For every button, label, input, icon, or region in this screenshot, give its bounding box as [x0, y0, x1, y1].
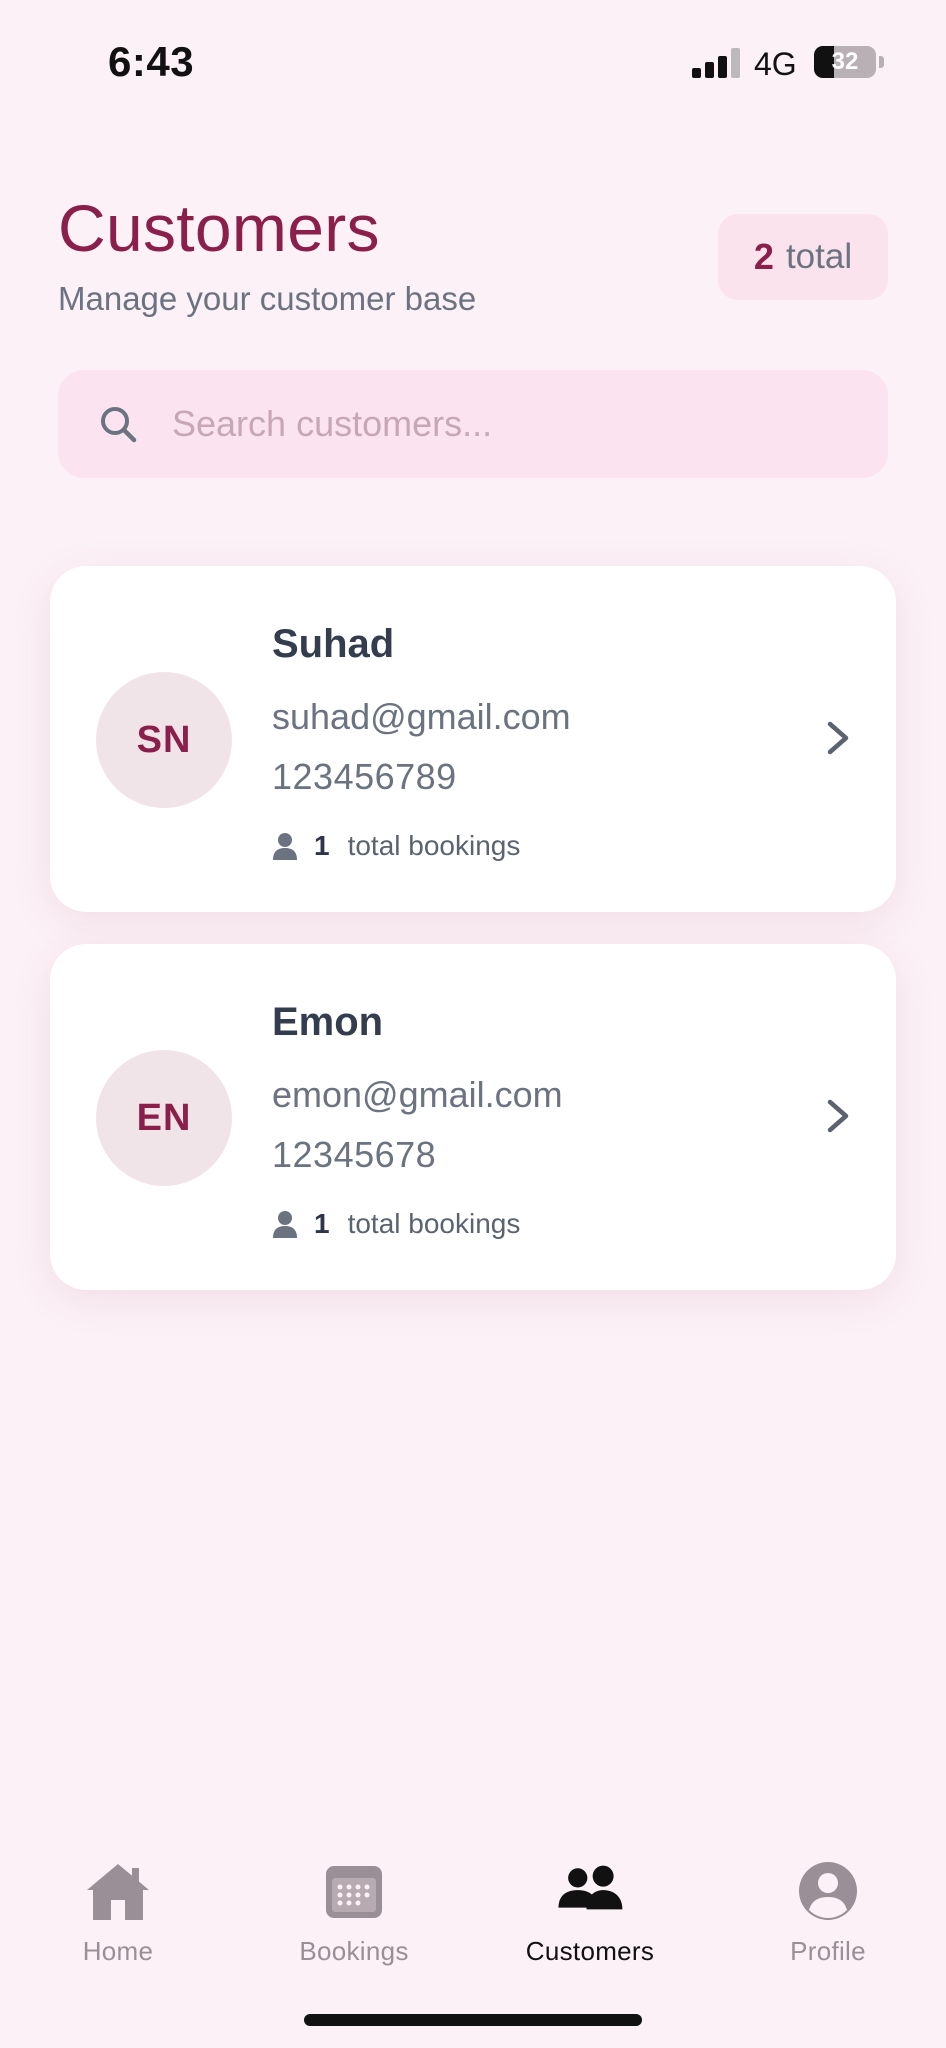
nav-item-profile[interactable]: Profile [738, 1860, 918, 1970]
person-icon [273, 1211, 297, 1238]
customer-email: emon@gmail.com [272, 1074, 563, 1115]
bookings-label: total bookings [347, 830, 521, 861]
customer-phone: 123456789 [272, 756, 457, 797]
customer-phone: 12345678 [272, 1134, 437, 1175]
nav-label-home: Home [82, 1936, 154, 1966]
home-indicator [304, 2014, 642, 2026]
bookings-info: 1 total bookings [272, 1206, 520, 1242]
customer-name: Suhad [272, 622, 395, 666]
total-customers-badge: 2 total [718, 214, 888, 300]
status-bar: 6:43 4G 32 [0, 0, 946, 120]
bookings-count: 1 [314, 1208, 330, 1239]
nav-label-profile: Profile [790, 1936, 866, 1966]
nav-label-customers: Customers [525, 1936, 655, 1966]
person-icon [273, 833, 297, 860]
chevron-right-icon[interactable] [824, 1096, 852, 1136]
battery-icon: 32 [814, 46, 876, 78]
search-bar[interactable] [58, 370, 888, 478]
network-type: 4G [754, 46, 797, 82]
nav-item-home[interactable]: Home [28, 1860, 208, 1970]
page-subtitle: Manage your customer base [58, 280, 477, 317]
nav-item-bookings[interactable]: Bookings [264, 1860, 444, 1970]
total-count: 2 [753, 236, 774, 277]
page-title: Customers [58, 191, 380, 265]
home-icon [87, 1864, 149, 1920]
bookings-count: 1 [314, 830, 330, 861]
battery-level: 32 [831, 48, 859, 75]
calendar-icon [326, 1866, 382, 1918]
search-input[interactable] [172, 370, 862, 478]
battery-tip [879, 56, 884, 68]
nav-item-customers[interactable]: Customers [500, 1860, 680, 1970]
customer-name: Emon [272, 1000, 384, 1044]
bookings-info: 1 total bookings [272, 828, 520, 864]
avatar: EN [96, 1050, 232, 1186]
chevron-right-icon[interactable] [824, 718, 852, 758]
nav-label-bookings: Bookings [299, 1936, 409, 1966]
bookings-label: total bookings [347, 1208, 521, 1239]
avatar: SN [96, 672, 232, 808]
customer-card[interactable]: SN Suhad suhad@gmail.com 123456789 1 tot… [50, 566, 896, 912]
customer-email: suhad@gmail.com [272, 696, 571, 737]
signal-strength-icon [692, 48, 740, 78]
people-icon [558, 1865, 623, 1910]
customer-card[interactable]: EN Emon emon@gmail.com 12345678 1 total … [50, 944, 896, 1290]
customers-screen: 6:43 4G 32 Customers Manage your custome… [0, 0, 946, 2048]
total-label: total [785, 237, 853, 276]
profile-icon [799, 1862, 857, 1920]
status-time: 6:43 [108, 38, 195, 85]
search-icon [101, 407, 137, 443]
